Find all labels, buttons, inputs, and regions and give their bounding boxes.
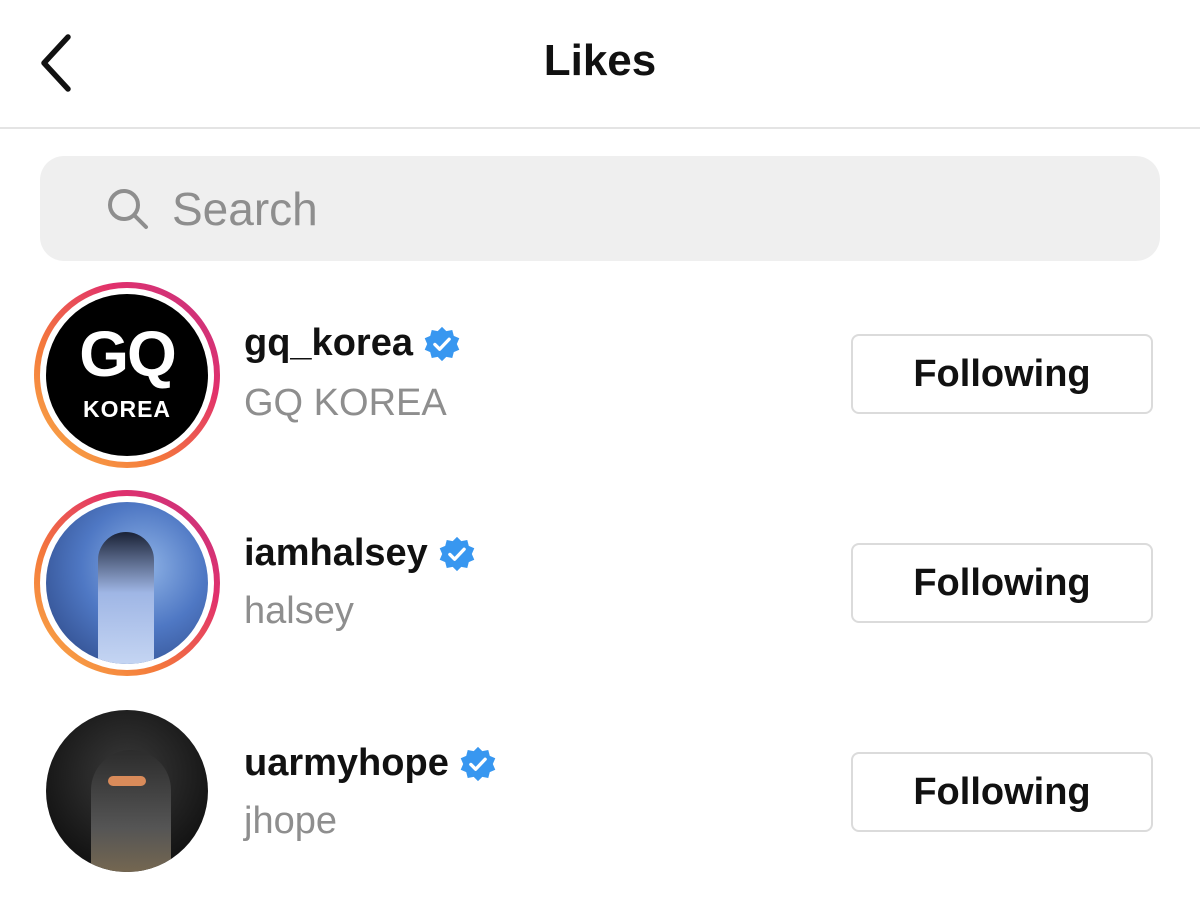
list-item[interactable]: uarmyhope jhope Following <box>0 698 1200 898</box>
verified-badge-icon <box>439 536 475 571</box>
gq-korea-logo: GQ KOREA <box>46 294 208 456</box>
following-button[interactable]: Following <box>851 752 1153 832</box>
full-name: GQ KOREA <box>244 382 447 424</box>
search-input[interactable] <box>172 181 1072 236</box>
username-line: iamhalsey <box>244 532 476 575</box>
following-button[interactable]: Following <box>851 334 1153 414</box>
avatar[interactable] <box>34 490 220 676</box>
username[interactable]: iamhalsey <box>244 532 428 575</box>
username-line: uarmyhope <box>244 742 497 785</box>
full-name: halsey <box>244 590 354 632</box>
username[interactable]: gq_korea <box>244 322 413 365</box>
header-bar: Likes <box>0 0 1200 129</box>
list-item[interactable]: iamhalsey halsey Following <box>0 490 1200 690</box>
profile-photo <box>46 502 208 664</box>
avatar[interactable] <box>34 698 220 884</box>
avatar[interactable]: GQ KOREA <box>34 282 220 468</box>
full-name: jhope <box>244 800 337 842</box>
search-bar[interactable] <box>40 156 1160 261</box>
verified-badge-icon <box>424 326 460 361</box>
profile-photo <box>46 710 208 872</box>
username[interactable]: uarmyhope <box>244 742 449 785</box>
verified-badge-icon <box>460 746 496 781</box>
following-button[interactable]: Following <box>851 543 1153 623</box>
search-icon <box>108 188 148 229</box>
page-title: Likes <box>543 36 657 85</box>
list-item[interactable]: GQ KOREA gq_korea GQ KOREA Following <box>0 280 1200 480</box>
header-divider <box>0 127 1200 129</box>
username-line: gq_korea <box>244 322 461 365</box>
